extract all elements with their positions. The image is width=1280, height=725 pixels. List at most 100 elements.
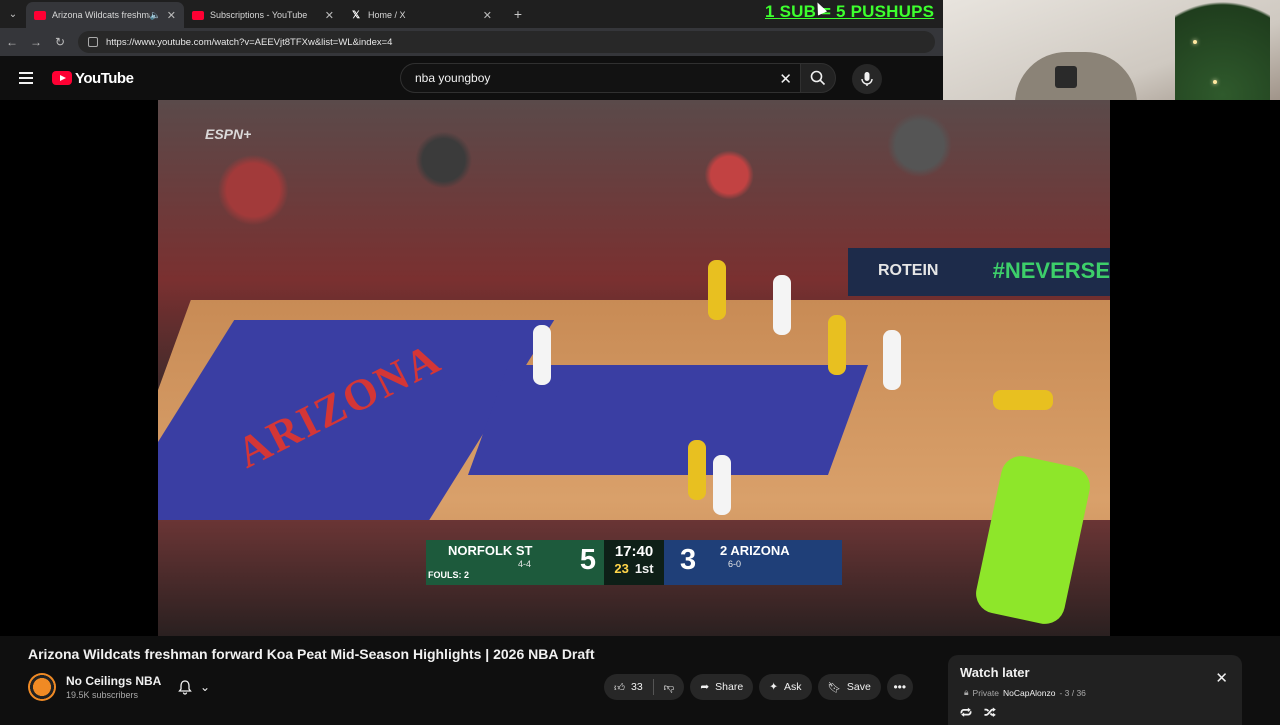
search-icon bbox=[810, 70, 826, 86]
playlist-position: - 3 / 36 bbox=[1059, 687, 1086, 698]
like-button[interactable]: 👍︎ 33 bbox=[604, 681, 653, 694]
stream-overlay-text: 1 SUB = 5 PUSHUPS bbox=[765, 2, 935, 21]
game-clock-panel: 17:40 23 1st bbox=[604, 540, 664, 585]
search-input[interactable]: nba youngboy ✕ bbox=[400, 63, 800, 93]
home-team-fouls: FOULS: 2 bbox=[428, 570, 470, 580]
youtube-logo[interactable]: YouTube bbox=[52, 70, 134, 87]
channel-name[interactable]: No Ceilings NBA bbox=[66, 674, 161, 688]
tab-search-icon[interactable]: ⌄ bbox=[0, 0, 26, 28]
close-tab-icon[interactable]: ✕ bbox=[325, 9, 334, 22]
menu-icon[interactable] bbox=[0, 72, 52, 84]
playlist-panel: Watch later ✕ 🔒︎ Private NoCapAlonzo - 3… bbox=[948, 655, 1242, 725]
banner-text-right: #NEVERSE bbox=[992, 258, 1110, 283]
tab-subscriptions[interactable]: Subscriptions - YouTube ✕ bbox=[184, 2, 342, 28]
tree-light bbox=[1193, 40, 1197, 44]
banner-text-left: ROTEIN bbox=[878, 262, 939, 279]
url-field[interactable]: https://www.youtube.com/watch?v=AEEVjt8T… bbox=[78, 31, 935, 53]
back-icon[interactable]: ← bbox=[0, 35, 24, 49]
lock-icon: 🔒︎ bbox=[964, 687, 969, 697]
home-team-name: NORFOLK ST bbox=[448, 543, 533, 558]
thumbs-down-icon: 👎︎ bbox=[663, 681, 675, 694]
away-team-name: 2 ARIZONA bbox=[720, 543, 790, 558]
youtube-favicon-icon bbox=[34, 10, 46, 20]
shuffle-icon[interactable]: 🔀︎ bbox=[984, 705, 996, 722]
tab-arizona[interactable]: Arizona Wildcats freshman 🔈 ✕ bbox=[26, 2, 184, 28]
shot-clock: 23 bbox=[614, 561, 629, 576]
video-actions: 👍︎ 33 👎︎ ➦ Share ✦ Ask 🔖︎ Save ••• bbox=[604, 674, 913, 700]
dislike-button[interactable]: 👎︎ bbox=[654, 681, 685, 694]
subscription-bell-button[interactable]: ⌄ bbox=[170, 676, 224, 698]
playlist-title[interactable]: Watch later bbox=[960, 665, 1030, 680]
new-tab-button[interactable]: + bbox=[506, 6, 530, 22]
period: 1st bbox=[634, 561, 654, 576]
away-team-record: 6-0 bbox=[728, 559, 742, 569]
close-playlist-icon[interactable]: ✕ bbox=[1215, 669, 1228, 687]
chevron-down-icon: ⌄ bbox=[200, 680, 211, 694]
url-text: https://www.youtube.com/watch?v=AEEVjt8T… bbox=[106, 36, 393, 48]
player bbox=[713, 455, 731, 515]
reload-icon[interactable]: ↻ bbox=[48, 35, 72, 49]
more-actions-button[interactable]: ••• bbox=[886, 674, 913, 700]
save-button[interactable]: 🔖︎ Save bbox=[817, 674, 881, 700]
ask-button[interactable]: ✦ Ask bbox=[759, 674, 812, 700]
youtube-play-icon bbox=[52, 71, 72, 85]
tab-title: Subscriptions - YouTube bbox=[210, 10, 308, 20]
player bbox=[688, 440, 706, 500]
address-bar: ← → ↻ https://www.youtube.com/watch?v=AE… bbox=[0, 28, 943, 56]
home-team-panel: NORFOLK ST 4-4 FOULS: 2 5 bbox=[426, 540, 604, 585]
close-tab-icon[interactable]: ✕ bbox=[167, 9, 176, 22]
player bbox=[773, 275, 791, 335]
video-title: Arizona Wildcats freshman forward Koa Pe… bbox=[28, 646, 595, 662]
led-banner: ROTEIN #NEVERSE bbox=[848, 248, 1110, 296]
playlist-controls: 🔁︎ 🔀︎ bbox=[960, 705, 996, 722]
away-team-panel: 3 2 ARIZONA 6-0 bbox=[664, 540, 842, 585]
playlist-privacy: Private bbox=[972, 687, 999, 698]
tab-title: Home / X bbox=[368, 10, 406, 20]
like-count: 33 bbox=[630, 681, 643, 693]
x-logo-icon: 𝕏 bbox=[351, 9, 361, 21]
youtube-favicon-icon bbox=[192, 10, 204, 20]
broadcast-watermark: ESPN+ bbox=[205, 126, 252, 142]
search-query: nba youngboy bbox=[415, 71, 491, 85]
home-team-record: 4-4 bbox=[518, 559, 532, 569]
ask-label: Ask bbox=[784, 681, 802, 693]
sparkle-icon: ✦ bbox=[769, 681, 778, 693]
channel-avatar[interactable] bbox=[28, 673, 56, 701]
voice-search-button[interactable] bbox=[852, 64, 882, 94]
tab-title: Arizona Wildcats freshman bbox=[52, 10, 150, 20]
share-arrow-icon: ➦ bbox=[700, 681, 710, 693]
cap-logo bbox=[1055, 66, 1077, 88]
site-info-icon[interactable] bbox=[88, 37, 98, 47]
away-team-rank: 2 bbox=[720, 543, 728, 558]
playlist-meta: 🔒︎ Private NoCapAlonzo - 3 / 36 bbox=[964, 687, 1086, 698]
share-label: Share bbox=[715, 681, 744, 693]
player bbox=[533, 325, 551, 385]
thumbs-up-icon: 👍︎ bbox=[614, 681, 625, 694]
player bbox=[993, 390, 1053, 410]
video-player[interactable]: ARIZONA ROTEIN #NEVERSE ESPN+ NORFOLK ST… bbox=[158, 100, 1110, 636]
court-paint bbox=[467, 365, 869, 475]
away-team-label: ARIZONA bbox=[730, 543, 790, 558]
save-label: Save bbox=[846, 681, 871, 693]
subscriber-count: 19.5K subscribers bbox=[66, 690, 139, 700]
bookmark-icon: 🔖︎ bbox=[827, 681, 841, 694]
clear-search-icon[interactable]: ✕ bbox=[779, 70, 792, 88]
away-team-score: 3 bbox=[680, 544, 697, 576]
share-button[interactable]: ➦ Share bbox=[690, 674, 754, 700]
player bbox=[828, 315, 846, 375]
speaker-icon[interactable]: 🔈 bbox=[150, 10, 161, 21]
like-dislike-group: 👍︎ 33 👎︎ bbox=[604, 674, 685, 700]
loop-icon[interactable]: 🔁︎ bbox=[960, 705, 972, 722]
microphone-icon bbox=[861, 72, 873, 86]
tab-x-home[interactable]: 𝕏 Home / X ✕ bbox=[342, 2, 500, 28]
search-button[interactable] bbox=[800, 63, 836, 93]
game-clock: 17:40 bbox=[614, 543, 654, 560]
tree-light bbox=[1213, 80, 1217, 84]
scoreboard: NORFOLK ST 4-4 FOULS: 2 5 17:40 23 1st 3 … bbox=[426, 540, 842, 585]
player bbox=[883, 330, 901, 390]
forward-icon[interactable]: → bbox=[24, 35, 48, 49]
close-tab-icon[interactable]: ✕ bbox=[483, 9, 492, 22]
home-team-score: 5 bbox=[579, 544, 596, 576]
youtube-header: YouTube nba youngboy ✕ bbox=[0, 56, 943, 100]
playlist-owner[interactable]: NoCapAlonzo bbox=[1003, 688, 1055, 698]
